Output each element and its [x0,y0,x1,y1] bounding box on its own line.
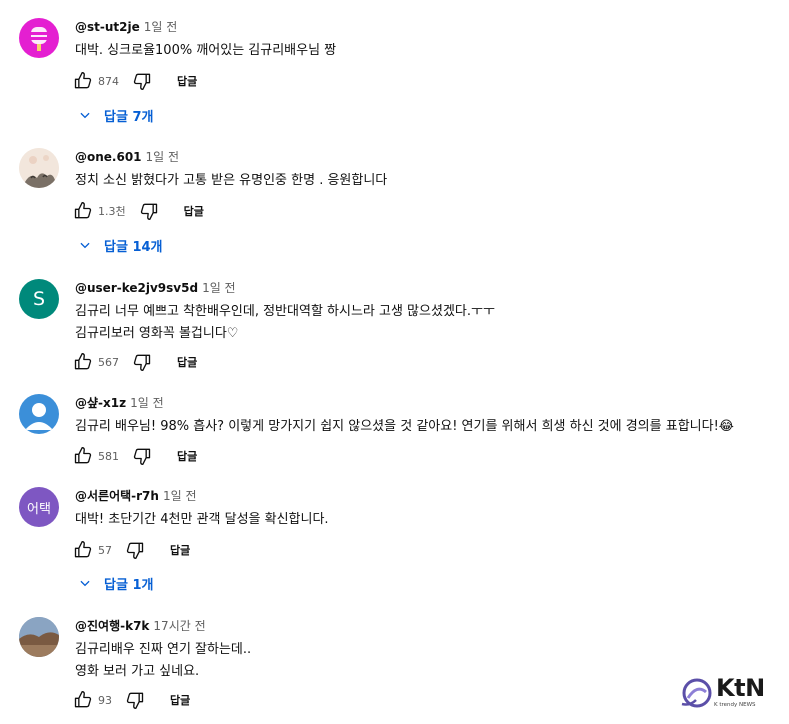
comment-time[interactable]: 1일 전 [130,396,164,410]
logo-tagline: K trendy NEWS [714,702,756,708]
reply-button[interactable]: 답글 [170,542,190,558]
thumbs-down-icon [133,448,151,465]
cat-photo-avatar-icon[interactable] [19,148,59,188]
reply-button[interactable]: 답글 [184,203,204,219]
comment-actions: 1.3천 답글 [72,200,204,222]
logo-text: KtN [716,674,765,702]
letter-avatar[interactable]: S [19,279,59,319]
reply-button[interactable]: 답글 [177,354,197,370]
chevron-down-icon [80,580,90,587]
thumbs-down-icon [140,203,157,220]
like-button[interactable] [72,539,94,561]
view-replies-button[interactable]: 답글 1개 [78,572,153,594]
comment-text: 정치 소신 밝혔다가 고통 받은 유명인중 한명 . 응원합니다 [75,173,388,188]
comment-actions: 567 답글 [72,351,197,373]
comment-author[interactable]: @샾-x1z [75,396,126,410]
dislike-button[interactable] [124,539,146,561]
like-count: 93 [98,693,112,707]
thumbs-up-icon [74,447,92,464]
thumbs-up-icon [74,541,92,558]
thumbs-up-icon [74,691,92,708]
like-count: 581 [98,449,119,463]
default-user-avatar-icon[interactable] [19,394,59,434]
dislike-button[interactable] [131,351,153,373]
like-count: 874 [98,74,119,88]
thumbs-up-icon [74,72,92,89]
comment-actions: 93 답글 [72,689,190,711]
ktn-swirl-logo-icon [681,678,712,708]
reply-button[interactable]: 답글 [177,448,197,464]
landscape-photo-avatar-icon[interactable] [19,617,59,657]
comment-author[interactable]: @진여행-k7k [75,619,149,633]
comment-text: 대박! 초단기간 4천만 관객 달성을 확신합니다. [75,512,329,527]
letter-avatar[interactable]: 어택 [19,487,59,527]
comment-author[interactable]: @서른어택-r7h [75,489,159,503]
comment-text: 김규리 배우님! 98% 흡사? 이렇게 망가지기 쉽지 않으셨을 것 같아요!… [75,419,734,434]
like-count: 1.3천 [98,205,126,218]
comment-time[interactable]: 1일 전 [163,489,197,503]
like-button[interactable] [72,70,94,92]
comment-time[interactable]: 1일 전 [146,150,180,164]
ktn-logo: KtN K trendy NEWS [680,674,780,712]
comment-text: 대박. 싱크로율100% 깨어있는 김규리배우님 짱 [75,43,337,58]
comment-time[interactable]: 1일 전 [202,281,236,295]
comment-time[interactable]: 17시간 전 [153,619,205,633]
comment-text: 김규리 너무 예쁘고 착한배우인데, 정반대역할 하시느라 고생 많으셨겠다.ㅜ… [75,304,495,341]
view-replies-button[interactable]: 답글 14개 [78,234,163,256]
popsicle-avatar-icon[interactable] [19,18,59,58]
comment-author[interactable]: @st-ut2je [75,20,140,34]
comment-actions: 874 답글 [72,70,197,92]
thumbs-up-icon [74,353,92,370]
dislike-button[interactable] [131,70,153,92]
thumbs-down-icon [126,692,144,709]
comment-text: 김규리배우 진짜 연기 잘하는데.. 영화 보러 가고 싶네요. [75,642,252,679]
comment-author[interactable]: @user-ke2jv9sv5d [75,281,198,295]
comment-actions: 57 답글 [72,539,190,561]
like-count: 567 [98,355,119,369]
thumbs-down-icon [126,542,144,559]
thumbs-down-icon [133,354,151,371]
thumbs-down-icon [133,73,151,91]
chevron-down-icon [80,112,90,119]
comment-author[interactable]: @one.601 [75,150,142,164]
reply-button[interactable]: 답글 [170,692,190,708]
like-button[interactable] [72,445,94,467]
reply-button[interactable]: 답글 [177,73,197,89]
like-button[interactable] [72,689,94,711]
view-replies-button[interactable]: 답글 7개 [78,104,153,126]
like-button[interactable] [72,351,94,373]
comment-time[interactable]: 1일 전 [144,20,178,34]
dislike-button[interactable] [138,200,160,222]
thumbs-up-icon [74,202,92,219]
comment-actions: 581 답글 [72,445,197,467]
dislike-button[interactable] [131,445,153,467]
dislike-button[interactable] [124,689,146,711]
like-count: 57 [98,543,112,557]
like-button[interactable] [72,200,94,222]
chevron-down-icon [80,242,90,249]
